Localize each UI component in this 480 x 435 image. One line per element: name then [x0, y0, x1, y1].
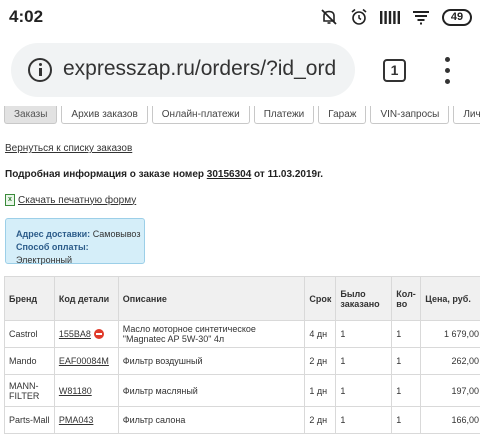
download-print-form-label[interactable]: Скачать печатную форму: [18, 195, 136, 206]
account-nav: Заказы Архив заказов Онлайн-платежи Плат…: [4, 106, 480, 124]
cell-price: 197,00: [420, 374, 480, 407]
signal-icon: [380, 11, 400, 24]
cell-ordered: 1: [335, 374, 393, 407]
header-description: Описание: [117, 276, 306, 321]
tab-online-payments[interactable]: Онлайн-платежи: [151, 106, 250, 124]
cell-code: 155BA8: [53, 320, 119, 348]
part-code-link[interactable]: W81180: [59, 386, 92, 396]
cell-qty: 1: [391, 406, 422, 434]
tab-switcher-button[interactable]: 1: [383, 59, 406, 82]
tab-vin-requests[interactable]: VIN-запросы: [370, 106, 450, 124]
cell-price: 166,00: [420, 406, 480, 434]
cell-description: Фильтр воздушный: [117, 347, 306, 375]
url-text[interactable]: expresszap.ru/orders/?id_ord: [63, 57, 336, 81]
cell-brand: Mando: [4, 347, 55, 375]
order-items-table: Бренд Код детали Описание Срок Было зака…: [4, 276, 480, 434]
table-row: Parts-Mall PMA043 Фильтр салона 2 дн 1 1…: [4, 406, 480, 434]
cell-term: 4 дн: [304, 320, 337, 348]
tab-orders[interactable]: Заказы: [4, 106, 58, 124]
page-content: Заказы Архив заказов Онлайн-платежи Плат…: [0, 106, 480, 435]
delivery-address-value: Самовывоз: [92, 229, 141, 239]
cell-qty: 1: [391, 374, 422, 407]
header-term: Срок: [304, 276, 337, 321]
info-icon[interactable]: [28, 58, 52, 82]
header-price: Цена, руб.: [420, 276, 480, 321]
tab-payments[interactable]: Платежи: [253, 106, 315, 124]
delivery-info-box: Адрес доставки: Самовывоз Способ оплаты:…: [5, 218, 145, 267]
cell-ordered: 1: [335, 320, 393, 348]
cell-brand: Castrol: [4, 320, 55, 348]
cell-term: 2 дн: [304, 406, 337, 434]
alarm-icon: [351, 8, 367, 25]
payment-method-line: Способ оплаты: Электронный: [16, 241, 144, 267]
header-qty: Кол-во: [391, 276, 422, 321]
tab-personal-data[interactable]: Личные данные: [453, 106, 480, 124]
cell-qty: 1: [391, 347, 422, 375]
status-bar: 4:02 49: [0, 0, 480, 34]
table-row: Mando EAF00084M Фильтр воздушный 2 дн 1 …: [4, 347, 480, 375]
cell-ordered: 1: [335, 347, 393, 375]
back-to-orders-link[interactable]: Вернуться к списку заказов: [5, 143, 132, 154]
cell-code: PMA043: [53, 406, 119, 434]
cell-code: EAF00084M: [53, 347, 119, 375]
header-brand: Бренд: [4, 276, 55, 321]
cell-term: 2 дн: [304, 347, 337, 375]
cell-description: Фильтр салона: [117, 406, 306, 434]
cell-term: 1 дн: [304, 374, 337, 407]
header-code: Код детали: [53, 276, 119, 321]
cell-code: W81180: [53, 374, 119, 407]
browser-toolbar: expresszap.ru/orders/?id_ord 1: [0, 34, 480, 106]
delivery-address-line: Адрес доставки: Самовывоз: [16, 228, 144, 241]
order-info-prefix: Подробная информация о заказе номер: [5, 169, 204, 180]
remove-icon[interactable]: [93, 329, 104, 340]
header-ordered: Было заказано: [335, 276, 393, 321]
table-header-row: Бренд Код детали Описание Срок Было зака…: [4, 276, 480, 321]
cell-price: 262,00: [420, 347, 480, 375]
part-code-link[interactable]: PMA043: [59, 415, 94, 425]
payment-method-label: Способ оплаты:: [16, 242, 89, 252]
tab-orders-archive[interactable]: Архив заказов: [61, 106, 148, 124]
part-code-link[interactable]: EAF00084M: [59, 356, 109, 366]
address-bar[interactable]: expresszap.ru/orders/?id_ord: [11, 43, 355, 97]
order-number-link[interactable]: 30156304: [207, 169, 252, 180]
delivery-address-label: Адрес доставки:: [16, 229, 91, 239]
order-info-heading: Подробная информация о заказе номер 3015…: [5, 169, 323, 180]
cell-brand: Parts-Mall: [4, 406, 55, 434]
excel-icon: x: [5, 194, 15, 206]
cell-price: 1 679,00: [420, 320, 480, 348]
more-menu-icon[interactable]: [440, 57, 454, 85]
cell-brand: MANN-FILTER: [4, 374, 55, 407]
cell-description: Масло моторное синтетическое "Magnatec A…: [117, 320, 306, 348]
cell-ordered: 1: [335, 406, 393, 434]
part-code-link[interactable]: 155BA8: [59, 329, 91, 339]
download-print-form[interactable]: x Скачать печатную форму: [5, 194, 136, 206]
battery-icon: 49: [442, 8, 472, 26]
table-row: Castrol 155BA8 Масло моторное синтетичес…: [4, 320, 480, 348]
table-row: MANN-FILTER W81180 Фильтр масляный 1 дн …: [4, 374, 480, 407]
status-icons: 49: [320, 6, 472, 28]
payment-method-value: Электронный: [16, 255, 73, 265]
order-info-date: от 11.03.2019г.: [254, 169, 324, 180]
cell-description: Фильтр масляный: [117, 374, 306, 407]
tab-garage[interactable]: Гараж: [318, 106, 367, 124]
clock: 4:02: [9, 7, 44, 26]
wifi-icon: [413, 11, 429, 25]
mute-icon: [321, 9, 337, 25]
cell-qty: 1: [391, 320, 422, 348]
